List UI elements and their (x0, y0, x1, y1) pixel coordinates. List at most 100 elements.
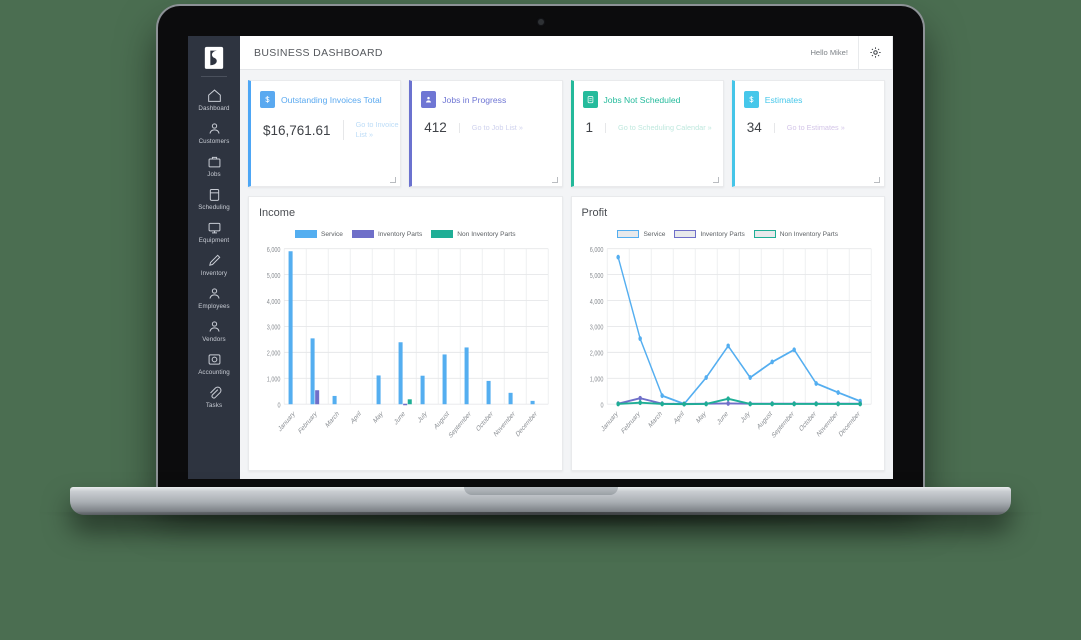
x-tick-label: November (816, 409, 840, 438)
data-point[interactable] (659, 401, 664, 407)
kpi-link[interactable]: Go to Scheduling Calendar » (605, 122, 712, 133)
resize-handle-icon[interactable] (712, 177, 719, 183)
sidebar-item-scheduling[interactable]: Scheduling (188, 183, 240, 216)
data-point[interactable] (659, 393, 664, 399)
resize-handle-icon[interactable] (551, 177, 558, 183)
legend-label: Non Inventory Parts (457, 230, 516, 238)
legend-item[interactable]: Inventory Parts (674, 230, 745, 238)
kpi-card-0: Outstanding Invoices Total $16,761.61 Go t… (248, 80, 402, 187)
x-tick-label: April (673, 410, 685, 426)
sidebar-item-vendors[interactable]: Vendors (188, 315, 240, 348)
sidebar-item-label: Accounting (198, 369, 230, 376)
sidebar-item-label: Equipment (198, 237, 230, 244)
bar[interactable] (420, 375, 425, 405)
data-point[interactable] (791, 401, 796, 407)
data-point[interactable] (725, 401, 730, 406)
bar[interactable] (315, 390, 320, 405)
y-tick-label: 1,000 (589, 376, 603, 384)
page-title: BUSINESS DASHBOARD (254, 46, 383, 59)
bar[interactable] (376, 375, 381, 405)
legend-item[interactable]: Service (294, 230, 343, 238)
legend-item[interactable]: Inventory Parts (351, 230, 422, 238)
sidebar-item-tasks[interactable]: Tasks (188, 381, 240, 414)
data-point[interactable] (835, 401, 840, 407)
legend-swatch (753, 230, 776, 238)
laptop-screen: Dashboard Customers Jobs Scheduling Equipmen… (188, 36, 893, 479)
data-point[interactable] (703, 375, 708, 380)
bar[interactable] (403, 403, 408, 406)
brand-logo-s-icon[interactable] (203, 46, 225, 70)
monitor-icon (207, 220, 222, 235)
kpi-value: 34 (746, 120, 762, 135)
kpi-card-2: Jobs Not Scheduled 1 Go to Scheduling Cale… (570, 80, 724, 187)
bar[interactable] (288, 251, 293, 405)
sidebar-item-employees[interactable]: Employees (188, 282, 240, 315)
bar[interactable] (464, 347, 469, 405)
x-tick-label: January (278, 410, 297, 434)
data-point[interactable] (637, 395, 642, 401)
legend-item[interactable]: Service (617, 230, 665, 238)
data-point[interactable] (637, 336, 642, 342)
gear-icon[interactable] (858, 36, 893, 69)
resize-handle-icon[interactable] (874, 177, 880, 183)
data-point[interactable] (747, 375, 752, 380)
sidebar-item-dashboard[interactable]: Dashboard (188, 84, 240, 117)
sidebar-item-label: Dashboard (198, 105, 230, 112)
legend-label: Service (320, 230, 343, 238)
x-tick-label: December (515, 409, 539, 438)
sidebar-item-equipment[interactable]: Equipment (188, 216, 240, 249)
bar[interactable] (332, 395, 337, 405)
y-tick-label: 6,000 (267, 246, 281, 254)
data-point[interactable] (769, 359, 774, 365)
data-point[interactable] (857, 401, 862, 407)
legend-swatch (351, 230, 374, 238)
data-point[interactable] (747, 401, 752, 407)
kpi-link[interactable]: Go to Estimates » (773, 122, 845, 133)
topbar-right: Hello Mike! (810, 36, 893, 69)
kpi-link[interactable]: Go to Job List » (458, 122, 523, 133)
bar[interactable] (486, 380, 491, 405)
chart-title: Profit (581, 207, 608, 219)
y-tick-label: 6,000 (589, 246, 603, 254)
data-point[interactable] (725, 396, 730, 402)
bar[interactable] (407, 399, 412, 405)
legend-item[interactable]: Non Inventory Parts (431, 230, 516, 238)
briefcase-icon (207, 154, 222, 169)
data-point[interactable] (835, 390, 840, 395)
kpi-link[interactable]: Go to Invoice List » (342, 120, 401, 140)
data-point[interactable] (615, 401, 620, 407)
data-point[interactable] (703, 401, 708, 407)
sidebar-item-jobs[interactable]: Jobs (188, 150, 240, 183)
x-tick-label: February (298, 410, 319, 436)
chart-legend: Service Inventory Parts Non Inventory Part… (249, 230, 562, 238)
sidebar-item-accounting[interactable]: Accounting (188, 348, 240, 381)
sidebar-item-inventory[interactable]: Inventory (188, 249, 240, 282)
laptop-base-notch (463, 487, 618, 495)
bar[interactable] (398, 342, 403, 405)
bar[interactable] (310, 338, 315, 405)
legend-item[interactable]: Non Inventory Parts (753, 230, 838, 238)
bar[interactable] (442, 354, 447, 405)
data-point[interactable] (791, 347, 796, 353)
data-point[interactable] (769, 401, 774, 407)
chart-legend: Service Inventory Parts Non Inventory Part… (572, 230, 885, 238)
data-point[interactable] (681, 401, 686, 407)
bar[interactable] (530, 400, 535, 405)
y-tick-label: 5,000 (589, 272, 603, 280)
legend-swatch (674, 230, 697, 238)
bar[interactable] (508, 392, 513, 405)
data-point[interactable] (813, 381, 818, 386)
people-icon (207, 121, 222, 136)
data-point[interactable] (637, 400, 642, 406)
kpi-title: Jobs in Progress (442, 94, 507, 105)
data-point[interactable] (615, 254, 620, 260)
resize-handle-icon[interactable] (390, 177, 397, 183)
y-tick-label: 2,000 (267, 350, 281, 358)
calendar-icon (207, 187, 222, 202)
data-point[interactable] (813, 401, 818, 407)
laptop-lid: Dashboard Customers Jobs Scheduling Equipmen… (158, 6, 923, 493)
data-point[interactable] (725, 343, 730, 349)
kpi-header: Jobs in Progress (412, 81, 561, 108)
sidebar-item-customers[interactable]: Customers (188, 117, 240, 150)
sidebar-nav-list: Dashboard Customers Jobs Scheduling Equipmen… (188, 84, 240, 414)
